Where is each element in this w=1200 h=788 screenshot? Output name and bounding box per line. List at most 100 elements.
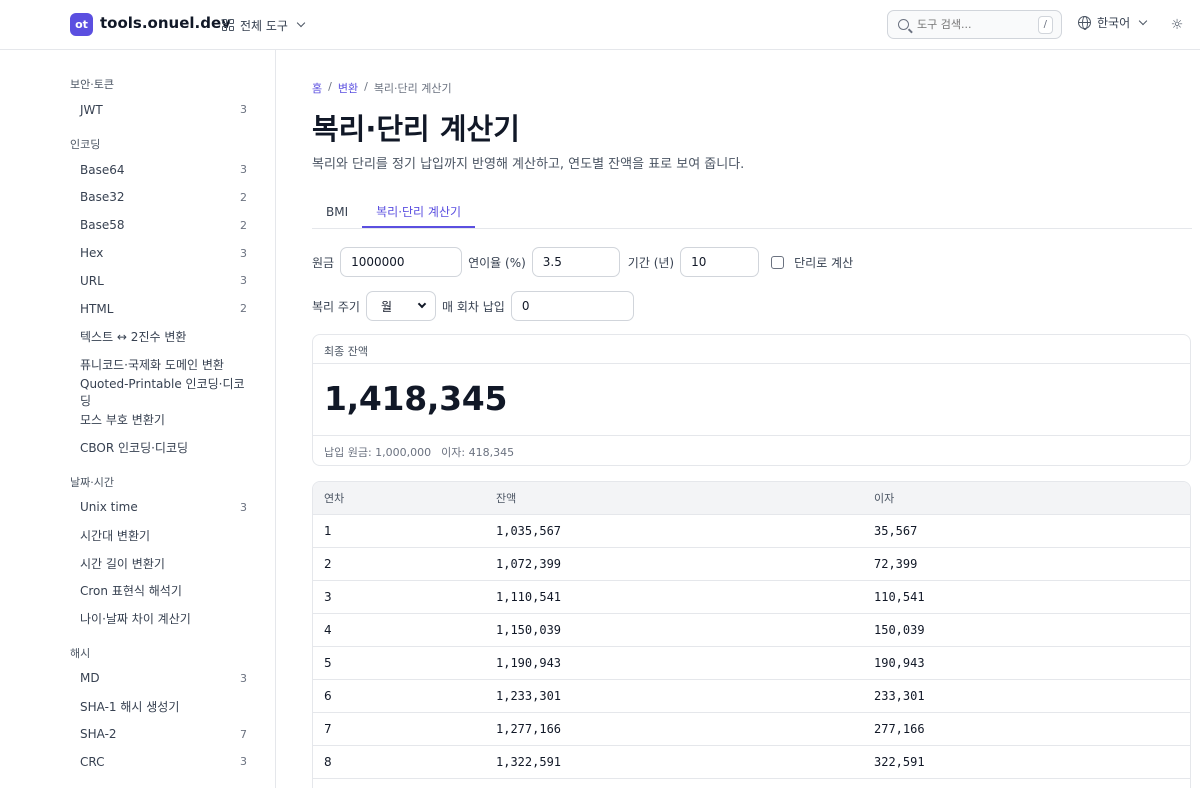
simple-interest-checkbox[interactable] (771, 255, 785, 269)
cell-balance: 1,072,399 (496, 547, 874, 581)
sidebar-item-label: Base64 (80, 162, 125, 177)
sun-icon[interactable]: ☼ (1170, 17, 1184, 33)
divider (313, 363, 1190, 364)
sidebar-item-count: 2 (240, 190, 247, 204)
sidebar-category: 날짜·시간 (70, 475, 114, 489)
simple-interest-label[interactable]: 단리로 계산 (794, 254, 853, 271)
table-row: 2 1,072,399 72,399 (313, 547, 1190, 581)
breadcrumb-separator: / (364, 80, 368, 93)
sidebar-item-label: SHA-1 해시 생성기 (80, 699, 180, 714)
search-box[interactable]: / (887, 10, 1062, 39)
sidebar-item-label: Cron 표현식 해석기 (80, 584, 182, 599)
cell-year: 7 (313, 712, 496, 746)
chevron-down-icon (1138, 16, 1148, 25)
breadcrumb-current: 복리·단리 계산기 (373, 82, 452, 95)
divider (313, 435, 1190, 436)
sidebar-item-unix-time[interactable]: Unix time 3 (60, 494, 275, 522)
breadcrumb-separator: / (328, 80, 332, 93)
cell-balance: 1,277,166 (496, 712, 874, 746)
language-label: 한국어 (1097, 16, 1131, 30)
sidebar-item-duration[interactable]: 시간 길이 변환기 (60, 549, 275, 577)
sidebar-item-md[interactable]: MD 3 (60, 665, 275, 693)
sidebar-item-cron[interactable]: Cron 표현식 해석기 (60, 577, 275, 605)
sidebar-item-text-binary[interactable]: 텍스트 ↔ 2진수 변환 (60, 323, 275, 351)
search-input[interactable] (917, 18, 1038, 31)
compound-period-select[interactable]: 월 (365, 291, 436, 321)
sidebar-item-count: 3 (240, 246, 247, 260)
sidebar-item-jwt[interactable]: JWT 3 (60, 96, 275, 124)
breadcrumb-home[interactable]: 홈 (312, 80, 322, 96)
deposit-input[interactable] (510, 291, 634, 321)
sidebar-item-sha1[interactable]: SHA-1 해시 생성기 (60, 692, 275, 720)
sidebar-item-label: URL (80, 273, 104, 288)
sidebar-item-count: 2 (240, 218, 247, 232)
sidebar-item-label: Unix time (80, 500, 138, 515)
sidebar-item-age-calc[interactable]: 나이·날짜 차이 계산기 (60, 605, 275, 633)
sidebar-item-base58[interactable]: Base58 2 (60, 211, 275, 239)
cell-year: 6 (313, 679, 496, 713)
sidebar-category: 인코딩 (70, 137, 101, 151)
cell-interest: 72,399 (874, 547, 1190, 581)
sidebar-item-label: 퓨니코드·국제화 도메인 변환 (80, 357, 224, 372)
compound-period-value: 월 (380, 299, 393, 314)
column-header-year: 연차 (313, 482, 496, 515)
sidebar-item-base64[interactable]: Base64 3 (60, 156, 275, 184)
cell-balance: 1,035,567 (496, 514, 874, 548)
cell-interest: 277,166 (874, 712, 1190, 746)
cell-interest: 190,943 (874, 646, 1190, 680)
sidebar-item-count: 3 (240, 274, 247, 288)
sidebar-item-punycode[interactable]: 퓨니코드·국제화 도메인 변환 (60, 350, 275, 378)
final-balance-label: 최종 잔액 (324, 345, 368, 358)
period-label: 기간 (년) (627, 255, 675, 270)
sidebar-item-timezone[interactable]: 시간대 변환기 (60, 521, 275, 549)
principal-label: 원금 (312, 255, 335, 270)
sidebar-category: 해시 (70, 646, 91, 660)
rate-input[interactable] (531, 247, 620, 277)
tab-bmi[interactable]: BMI (312, 198, 362, 228)
final-balance-value: 1,418,345 (324, 379, 508, 418)
cell-year: 5 (313, 646, 496, 680)
period-input[interactable] (680, 247, 760, 277)
sidebar-item-label: HTML (80, 301, 114, 316)
sidebar-item-cbor[interactable]: CBOR 인코딩·디코딩 (60, 434, 275, 462)
sidebar-item-label: 나이·날짜 차이 계산기 (80, 612, 191, 627)
sidebar-item-hex[interactable]: Hex 3 (60, 239, 275, 267)
sidebar-item-count: 3 (240, 163, 247, 177)
cell-balance: 1,150,039 (496, 613, 874, 647)
tab-compound-interest[interactable]: 복리·단리 계산기 (362, 198, 476, 228)
sidebar-item-label: Base58 (80, 218, 125, 233)
sidebar-item-label: MD (80, 671, 100, 686)
yearly-table: 연차 잔액 이자 1 1,035,567 35,567 2 1,072,399 72,3… (312, 481, 1191, 788)
cell-interest: 322,591 (874, 745, 1190, 779)
sidebar-item-label: JWT (80, 102, 103, 117)
cell-year: 8 (313, 745, 496, 779)
page-description: 복리와 단리를 정기 납입까지 반영해 계산하고, 연도별 잔액을 표로 보여 … (312, 157, 745, 172)
rate-label: 연이율 (%) (468, 255, 526, 270)
language-selector[interactable]: 한국어 (1078, 14, 1148, 31)
sidebar-item-crc[interactable]: CRC 3 (60, 748, 275, 776)
column-header-balance: 잔액 (496, 482, 874, 515)
tab-bar: BMI 복리·단리 계산기 (312, 198, 1192, 229)
breadcrumb-section[interactable]: 변환 (338, 80, 358, 96)
sidebar-item-quoted-printable[interactable]: Quoted-Printable 인코딩·디코딩 (60, 377, 275, 408)
all-tools-menu[interactable]: 전체 도구 (222, 13, 306, 37)
search-icon (898, 19, 909, 30)
sidebar: 보안·토큰 JWT 3 인코딩 Base64 3 Base32 2 Base58 2 H… (60, 50, 276, 788)
sidebar-item-html[interactable]: HTML 2 (60, 295, 275, 323)
principal-input[interactable] (340, 247, 463, 277)
table-row: 5 1,190,943 190,943 (313, 646, 1190, 680)
top-header: ot tools.onuel.dev 전체 도구 / 한국어 ☼ (0, 0, 1200, 50)
sidebar-item-morse[interactable]: 모스 부호 변환기 (60, 406, 275, 434)
sidebar-item-count: 3 (240, 500, 247, 514)
sidebar-item-base32[interactable]: Base32 2 (60, 184, 275, 212)
sidebar-item-label: CBOR 인코딩·디코딩 (80, 441, 189, 456)
cell-balance: 1,233,301 (496, 679, 874, 713)
logo[interactable]: ot (70, 13, 93, 36)
cell-interest: 233,301 (874, 679, 1190, 713)
table-row: 6 1,233,301 233,301 (313, 679, 1190, 713)
sidebar-item-sha2[interactable]: SHA-2 7 (60, 720, 275, 748)
brand-name[interactable]: tools.onuel.dev (100, 14, 231, 32)
sidebar-item-url[interactable]: URL 3 (60, 267, 275, 295)
cell-year: 1 (313, 514, 496, 548)
cell-balance: 1,322,591 (496, 745, 874, 779)
